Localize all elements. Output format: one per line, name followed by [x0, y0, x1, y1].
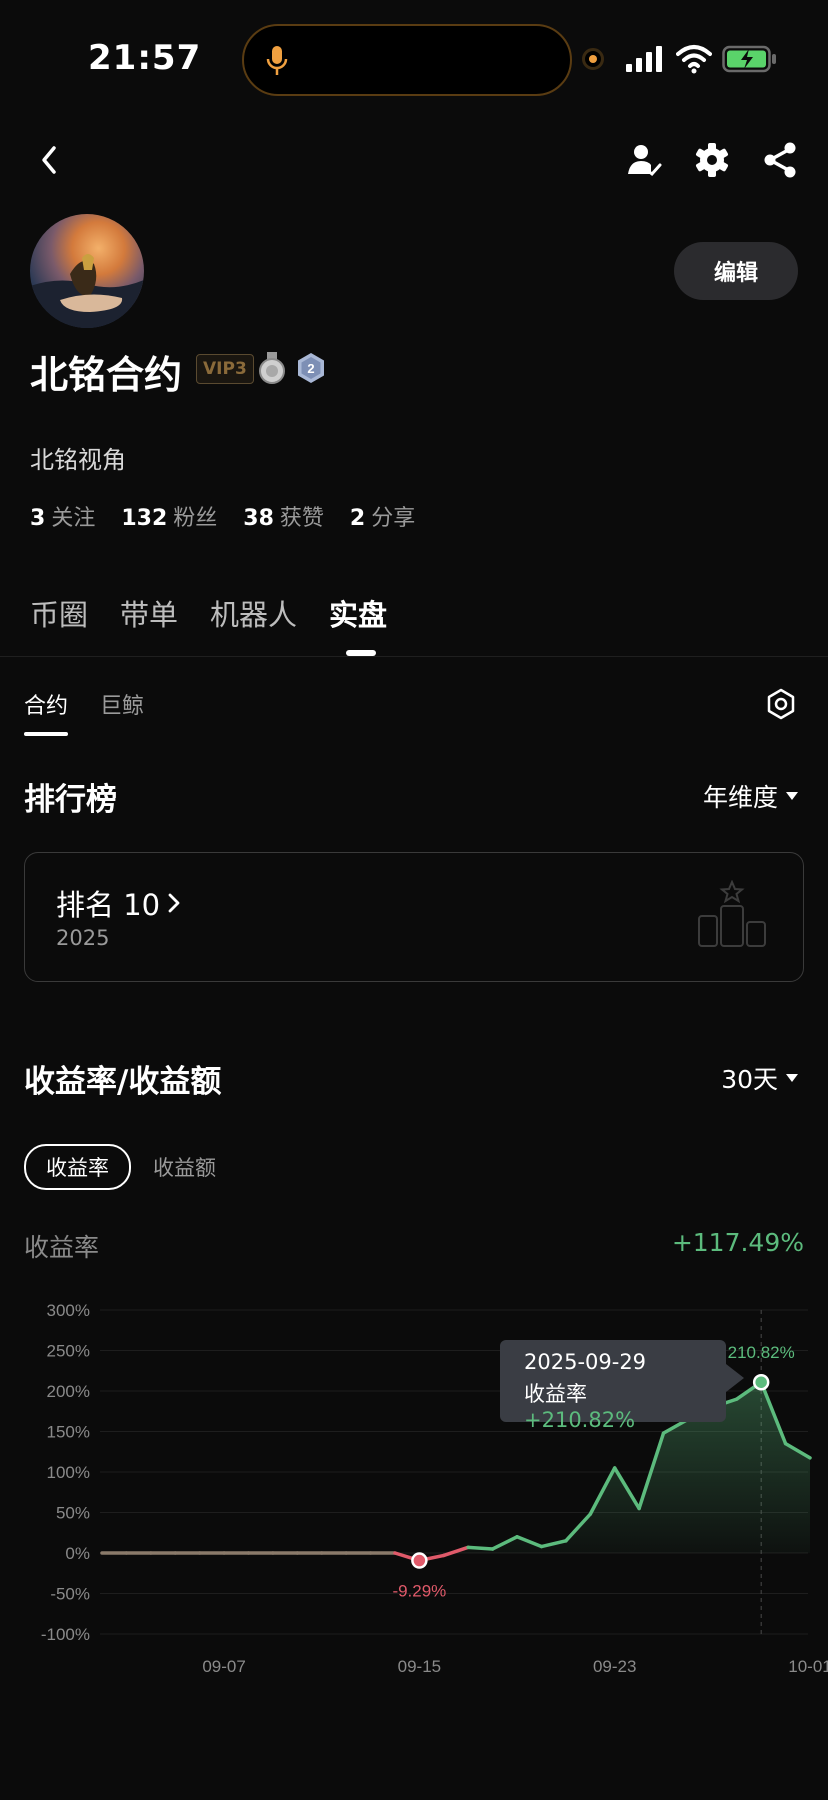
divider	[0, 656, 828, 657]
min-point	[411, 1552, 428, 1569]
battery-charging-icon	[722, 45, 776, 73]
tooltip-row: 收益率 +210.82%	[524, 1378, 702, 1432]
main-tabs: 币圈 带单 机器人 实盘	[30, 592, 387, 634]
medal-icon	[259, 352, 285, 384]
x-tick-label: 09-07	[202, 1657, 245, 1676]
subtab-contract[interactable]: 合约	[24, 688, 68, 720]
profile-stats: 3 关注 132 粉丝 38 获赞 2 分享	[30, 500, 415, 532]
caret-down-icon	[786, 792, 798, 800]
caret-down-icon	[786, 1074, 798, 1082]
vip-badge: VIP3	[196, 354, 254, 384]
toggle-return-rate[interactable]: 收益率	[24, 1144, 131, 1190]
recording-indicator-icon	[582, 48, 604, 70]
subtab-whale[interactable]: 巨鲸	[100, 688, 144, 720]
y-tick-label: -50%	[50, 1585, 90, 1604]
microphone-icon	[266, 46, 288, 75]
rank-label: 排名 10	[56, 888, 161, 922]
y-tick-label: 50%	[56, 1504, 90, 1523]
rank-year: 2025	[56, 926, 110, 950]
tooltip-value: +210.82%	[524, 1408, 636, 1432]
tooltip-label: 收益率	[524, 1382, 587, 1406]
tooltip-arrow	[726, 1364, 744, 1392]
stat-shares[interactable]: 2 分享	[350, 500, 415, 532]
tab-bot[interactable]: 机器人	[210, 592, 297, 634]
subtab-indicator	[24, 732, 68, 736]
status-time: 21:57	[88, 38, 202, 78]
tab-copy-trade[interactable]: 带单	[120, 592, 178, 634]
y-tick-label: 100%	[47, 1463, 90, 1482]
bio: 北铭视角	[30, 446, 126, 474]
rank-link[interactable]: 排名 10	[56, 882, 182, 924]
stat-likes[interactable]: 38 获赞	[243, 500, 324, 532]
chart-tooltip: 2025-09-29 收益率 +210.82%	[500, 1340, 726, 1432]
returns-period-label: 30天	[721, 1065, 778, 1094]
tab-coin[interactable]: 币圈	[30, 592, 88, 634]
metric-value: +117.49%	[671, 1228, 804, 1257]
max-label: 210.82%	[728, 1343, 795, 1362]
cellular-signal-icon	[626, 46, 662, 72]
line-segment	[466, 1545, 495, 1551]
y-tick-label: -100%	[41, 1625, 90, 1644]
stat-followers[interactable]: 132 粉丝	[121, 500, 217, 532]
returns-toggle: 收益率 收益额	[24, 1144, 216, 1190]
dynamic-island	[242, 24, 572, 96]
edit-profile-button[interactable]: 编辑	[674, 242, 798, 300]
level-badge-icon: 2	[298, 353, 324, 383]
hexagon-settings-icon[interactable]	[766, 688, 796, 720]
x-tick-label: 09-15	[398, 1657, 441, 1676]
y-tick-label: 0%	[65, 1544, 90, 1563]
y-tick-label: 200%	[47, 1382, 90, 1401]
gear-icon[interactable]	[692, 140, 732, 180]
x-tick-label: 10-01	[788, 1657, 828, 1676]
chevron-right-icon	[168, 893, 180, 913]
max-point	[752, 1373, 770, 1391]
stat-following[interactable]: 3 关注	[30, 500, 95, 532]
ranking-period-dropdown[interactable]: 年维度	[703, 778, 798, 814]
returns-period-dropdown[interactable]: 30天	[721, 1060, 798, 1096]
user-check-icon[interactable]	[624, 140, 664, 180]
wifi-icon	[676, 45, 712, 74]
ranking-period-label: 年维度	[702, 783, 778, 812]
returns-title: 收益率/收益额	[24, 1064, 222, 1100]
back-icon[interactable]	[34, 142, 66, 178]
sub-tabs: 合约 巨鲸	[24, 688, 144, 720]
level-badge-number: 2	[307, 361, 314, 376]
toggle-return-amount[interactable]: 收益额	[153, 1152, 216, 1182]
y-tick-label: 300%	[47, 1301, 90, 1320]
y-tick-label: 250%	[47, 1342, 90, 1361]
podium-icon	[698, 880, 766, 947]
username: 北铭合约	[30, 353, 183, 397]
metric-label: 收益率	[24, 1233, 100, 1262]
x-tick-label: 09-23	[593, 1657, 636, 1676]
ranking-title: 排行榜	[24, 782, 117, 818]
avatar[interactable]	[30, 214, 144, 328]
y-tick-label: 150%	[47, 1423, 90, 1442]
share-icon[interactable]	[760, 140, 800, 180]
tooltip-date: 2025-09-29	[524, 1350, 647, 1374]
min-label: -9.29%	[392, 1582, 446, 1601]
tab-live[interactable]: 实盘	[329, 592, 387, 634]
